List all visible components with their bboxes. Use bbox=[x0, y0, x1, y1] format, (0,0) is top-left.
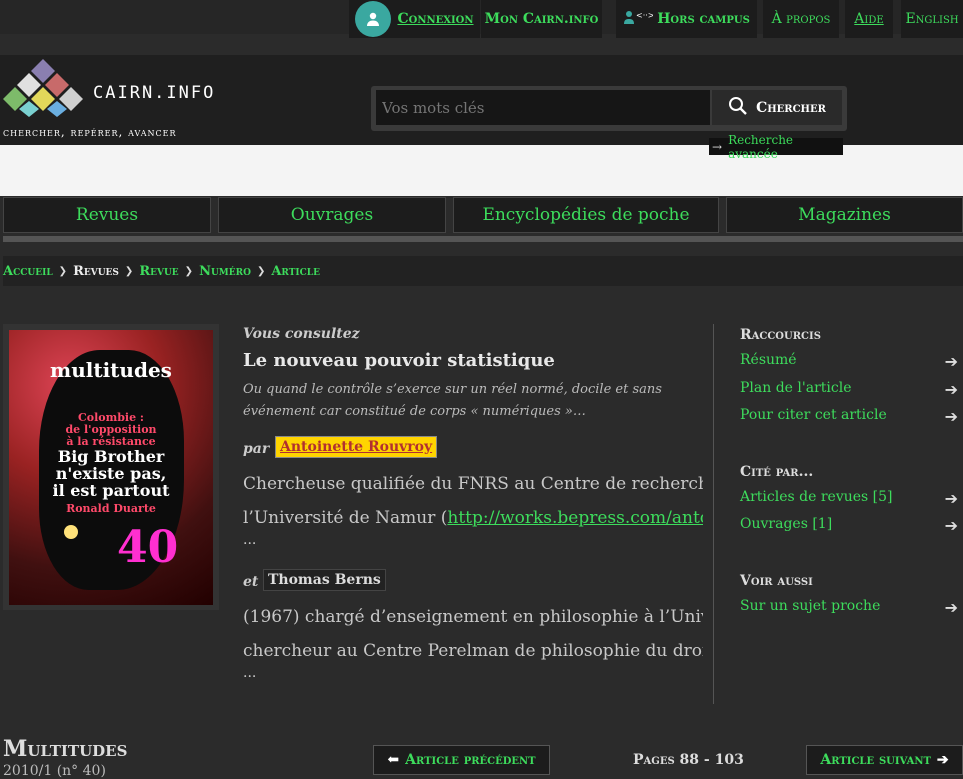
cover-headline-line1: Big Brother bbox=[57, 447, 165, 466]
svg-text:<··>: <··> bbox=[636, 11, 653, 20]
previous-article-button[interactable]: ⬅ Article précédent bbox=[373, 745, 550, 775]
cover-topic: Colombie : de l'opposition à la résistan… bbox=[9, 412, 213, 448]
shortcut-plan[interactable]: Plan de l'article ➔ bbox=[740, 380, 958, 399]
arrow-left-icon: ⬅ bbox=[387, 752, 400, 768]
breadcrumb-separator-icon: ❯ bbox=[124, 265, 134, 277]
login-label: Connexion bbox=[397, 11, 474, 27]
cited-by-heading: Cité par... bbox=[740, 464, 814, 480]
breadcrumb-separator-icon: ❯ bbox=[58, 265, 68, 277]
cited-books[interactable]: Ouvrages [1] ➔ bbox=[740, 516, 958, 535]
arrow-right-icon: ➔ bbox=[936, 752, 949, 768]
consulting-label: Vous consultez bbox=[243, 326, 360, 342]
arrow-right-icon: ➔ bbox=[944, 407, 958, 426]
shortcut-cite[interactable]: Pour citer cet article ➔ bbox=[740, 407, 958, 426]
breadcrumb-revue[interactable]: Revue bbox=[139, 264, 178, 279]
cited-books-label: Ouvrages [1] bbox=[740, 516, 833, 532]
breadcrumb-separator-icon: ❯ bbox=[256, 265, 266, 277]
author1-bio-more[interactable]: ... bbox=[243, 532, 256, 548]
cover-headline-line3: il est partout bbox=[52, 481, 170, 500]
arrow-right-icon: ➔ bbox=[944, 598, 958, 617]
advanced-search-link[interactable]: → Recherche avancée bbox=[709, 133, 843, 161]
logo-diamonds-icon bbox=[3, 59, 83, 117]
my-cairn-link[interactable]: Mon Cairn.info bbox=[481, 0, 602, 38]
nav-divider bbox=[3, 236, 963, 242]
cover-author: Ronald Duarte bbox=[66, 502, 156, 515]
tab-ouvrages[interactable]: Ouvrages bbox=[218, 197, 446, 233]
cited-journal-articles-label: Articles de revues [5] bbox=[740, 489, 893, 505]
cover-headline-line2: n'existe pas, bbox=[55, 464, 167, 483]
search-input[interactable] bbox=[376, 90, 710, 125]
shortcut-plan-label: Plan de l'article bbox=[740, 380, 852, 396]
see-also-related-label: Sur un sujet proche bbox=[740, 598, 881, 614]
author1-bio-prefix: l’Université de Namur ( bbox=[243, 508, 448, 528]
english-link[interactable]: English bbox=[901, 0, 963, 38]
advanced-search-label: Recherche avancée bbox=[728, 132, 794, 161]
about-link[interactable]: À propos bbox=[763, 0, 839, 38]
arrow-right-icon: → bbox=[712, 139, 723, 154]
tab-encyclopedies[interactable]: Encyclopédies de poche bbox=[453, 197, 719, 233]
journal-title[interactable]: Multitudes bbox=[3, 736, 127, 762]
see-also-heading: Voir aussi bbox=[740, 573, 813, 589]
help-link[interactable]: Aide bbox=[845, 0, 893, 38]
breadcrumb-separator-icon: ❯ bbox=[184, 265, 194, 277]
next-article-label: Article suivant bbox=[820, 752, 931, 768]
search-button-label: Chercher bbox=[756, 99, 826, 116]
tab-magazines[interactable]: Magazines bbox=[726, 197, 963, 233]
author1-website-link[interactable]: http://works.bepress.com/antoinette bbox=[447, 508, 703, 528]
shortcut-summary-label: Résumé bbox=[740, 352, 797, 368]
journal-cover-image[interactable]: multitudes Colombie : de l'opposition à … bbox=[9, 330, 213, 605]
breadcrumb-revues[interactable]: Revues bbox=[73, 264, 119, 279]
cairn-logo[interactable]: CAIRN.INFO chercher, repérer, avancer bbox=[3, 57, 231, 143]
login-link[interactable]: Connexion bbox=[349, 0, 480, 38]
next-article-button[interactable]: Article suivant ➔ bbox=[806, 745, 963, 775]
off-campus-link[interactable]: <··> Hors campus bbox=[616, 0, 757, 38]
author1-bio-line1: Chercheuse qualifiée du FNRS au Centre d… bbox=[243, 474, 703, 494]
page-range: Pages 88 - 103 bbox=[633, 752, 744, 768]
author-link-rouvroy[interactable]: Antoinette Rouvroy bbox=[275, 436, 438, 458]
breadcrumb: Accueil ❯ Revues ❯ Revue ❯ Numéro ❯ Arti… bbox=[3, 256, 963, 286]
arrow-right-icon: ➔ bbox=[944, 516, 958, 535]
cover-light-icon bbox=[64, 525, 78, 539]
and-label: et bbox=[243, 574, 259, 590]
tab-revues[interactable]: Revues bbox=[3, 197, 211, 233]
shortcut-summary[interactable]: Résumé ➔ bbox=[740, 352, 958, 371]
arrow-right-icon: ➔ bbox=[944, 352, 958, 371]
author2-bio-line1: (1967) chargé d’enseignement en philosop… bbox=[243, 607, 703, 627]
see-also-related[interactable]: Sur un sujet proche ➔ bbox=[740, 598, 958, 617]
search-button[interactable]: Chercher bbox=[712, 90, 842, 125]
author2-bio-more[interactable]: ... bbox=[243, 665, 256, 681]
by-label: par bbox=[243, 441, 270, 457]
column-divider bbox=[713, 324, 714, 704]
arrow-right-icon: ➔ bbox=[944, 489, 958, 508]
article-subtitle: Ou quand le contrôle s’exerce sur un rée… bbox=[243, 382, 662, 419]
article-title: Le nouveau pouvoir statistique bbox=[243, 350, 555, 371]
breadcrumb-home[interactable]: Accueil bbox=[3, 264, 53, 279]
author2-bio-line2: chercheur au Centre Perelman de philosop… bbox=[243, 641, 703, 661]
breadcrumb-article: Article bbox=[271, 263, 320, 279]
author-link-berns[interactable]: Thomas Berns bbox=[263, 569, 386, 591]
off-campus-icon: <··> bbox=[623, 9, 655, 29]
previous-article-label: Article précédent bbox=[405, 752, 536, 768]
shortcut-cite-label: Pour citer cet article bbox=[740, 407, 887, 423]
cover-number: 40 bbox=[117, 522, 179, 573]
logo-tagline: chercher, repérer, avancer bbox=[3, 125, 177, 139]
cover-journal-name: multitudes bbox=[50, 358, 172, 382]
search-icon bbox=[728, 96, 748, 120]
breadcrumb-numero[interactable]: Numéro bbox=[199, 264, 251, 279]
off-campus-label: Hors campus bbox=[657, 11, 750, 27]
logo-text: CAIRN.INFO bbox=[93, 83, 216, 103]
cover-headline: Big Brother n'existe pas, il est partout bbox=[9, 448, 213, 499]
issue-label[interactable]: 2010/1 (n° 40) bbox=[3, 763, 106, 779]
arrow-right-icon: ➔ bbox=[944, 380, 958, 399]
user-icon bbox=[355, 1, 392, 37]
author1-bio-line2: l’Université de Namur (http://works.bepr… bbox=[243, 508, 703, 542]
shortcuts-heading: Raccourcis bbox=[740, 327, 821, 343]
cited-journal-articles[interactable]: Articles de revues [5] ➔ bbox=[740, 489, 958, 508]
